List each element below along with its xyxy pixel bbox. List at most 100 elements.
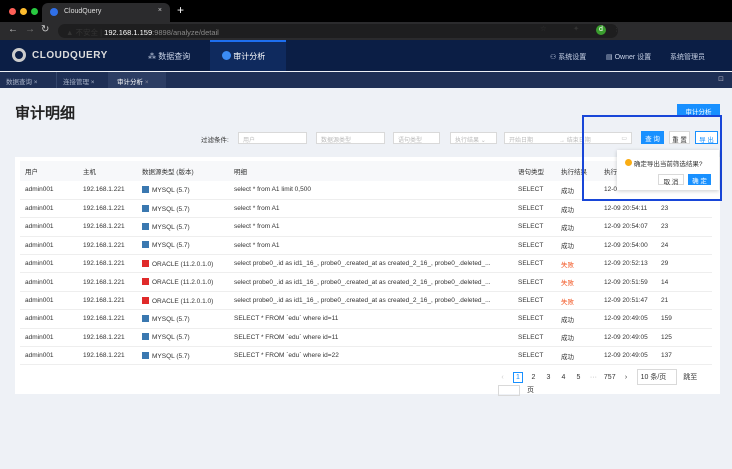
minimize-window-button[interactable] (20, 8, 27, 15)
table-cell: 192.168.1.221 (78, 272, 137, 292)
new-tab-button[interactable]: + (177, 3, 184, 17)
back-icon[interactable]: ← (8, 24, 18, 35)
page-1[interactable]: 1 (513, 372, 523, 383)
table-row[interactable]: admin001 192.168.1.221 MYSQL (5.7) select *… (20, 199, 712, 219)
label: 执行结果 (455, 138, 480, 144)
page-tab-audit[interactable]: 审计分析 × (108, 72, 166, 88)
cell-text: 23 (661, 205, 669, 213)
cell-text: 29 (661, 260, 669, 268)
cell-text: 21 (661, 297, 669, 305)
filter-label: 过滤条件: (201, 137, 229, 144)
table-row[interactable]: admin001 192.168.1.221 MYSQL (5.7) SELECT *… (20, 309, 712, 329)
table-cell: SELECT (513, 309, 556, 329)
close-tab-icon[interactable]: × (158, 7, 162, 14)
next-page-icon[interactable]: › (622, 374, 631, 381)
table-row[interactable]: admin001 192.168.1.221 MYSQL (5.7) select *… (20, 217, 712, 237)
goto-page-input[interactable] (498, 385, 520, 396)
cell-text: 12-09 20:49:05 (604, 333, 648, 341)
menu-icon[interactable]: ⋮ (613, 24, 621, 33)
table-cell: select * from A1 (229, 217, 513, 237)
page-5[interactable]: 5 (574, 374, 583, 381)
url-input[interactable]: ▲ 不安全 | 192.168.1.159:9898/analyze/detai… (58, 24, 621, 38)
table-cell: admin001 (20, 291, 78, 311)
cell-text: admin001 (25, 223, 54, 231)
cell-text: admin001 (25, 205, 54, 213)
page-2[interactable]: 2 (529, 374, 538, 381)
admin-user-menu[interactable]: 系统管理员 (670, 52, 705, 62)
table-cell: admin001 (20, 254, 78, 274)
cloudquery-favicon-icon (50, 8, 58, 16)
owner-settings-link[interactable]: ▤ Owner 设置 (606, 52, 651, 62)
column-header: 语句类型 (513, 161, 556, 181)
cell-text: 12-09 20:49:05 (604, 352, 648, 360)
system-settings-link[interactable]: ⚇ 系统设置 (550, 52, 586, 62)
fullscreen-icon[interactable]: ⊡ (718, 75, 724, 83)
statement-type-input[interactable]: 语句类型 (393, 132, 440, 144)
table-row[interactable]: admin001 192.168.1.221 MYSQL (5.7) SELECT *… (20, 328, 712, 348)
user-filter-input[interactable]: 用户 (238, 132, 307, 144)
cell-text: SELECT (518, 223, 544, 231)
table-row[interactable]: admin001 192.168.1.221 ORACLE (11.2.0.1.0)… (20, 291, 712, 311)
column-header: 数据源类型 (版本) (137, 161, 229, 181)
cell-text: 12-09 20:54:07 (604, 223, 648, 231)
cell-text: SELECT (518, 278, 544, 286)
warning-icon (625, 159, 632, 166)
cell-text: 成功 (561, 187, 574, 195)
cancel-button[interactable]: 取 消 (658, 174, 684, 186)
nav-label: 审计分析 (233, 52, 266, 61)
bookmark-star-icon[interactable]: ☆ (540, 24, 547, 33)
forward-icon[interactable]: → (25, 24, 35, 35)
cell-text: ORACLE (11.2.0.1.0) (152, 260, 214, 268)
oracle-icon (142, 278, 149, 286)
nav-data-query[interactable]: ⁂ 数据查询 (140, 40, 210, 71)
table-row[interactable]: admin001 192.168.1.221 ORACLE (11.2.0.1.0)… (20, 254, 712, 274)
page-unit-label: 页 (527, 387, 534, 395)
page-tab-strip: 数据查询 × 连接管理 × 审计分析 × ⊡ (0, 72, 732, 88)
pagination-ellipsis[interactable]: ··· (589, 374, 598, 381)
cell-text: admin001 (25, 260, 54, 268)
table-cell: 12-09 20:51:47 (599, 291, 656, 311)
table-cell: 192.168.1.221 (78, 236, 137, 256)
table-cell: ORACLE (11.2.0.1.0) (137, 254, 229, 274)
page-title: 审计明细 (15, 105, 76, 122)
url-host: 192.168.1.159 (104, 28, 153, 37)
maximize-window-button[interactable] (31, 8, 38, 15)
cell-text: admin001 (25, 333, 54, 341)
warning-icon: ▲ (66, 28, 74, 37)
reload-icon[interactable]: ↻ (41, 24, 49, 35)
cell-text: 成功 (561, 353, 574, 361)
cell-text: 125 (661, 333, 672, 341)
dbtype-filter-input[interactable]: 数据源类型 (316, 132, 385, 144)
result-select[interactable]: 执行结果 ⌄ (450, 132, 497, 144)
page-tab-data-query[interactable]: 数据查询 × (0, 72, 54, 88)
table-cell: select probe0_.id as id1_16_, probe0_.cr… (229, 291, 513, 311)
table-cell: select * from A1 (229, 199, 513, 219)
close-window-button[interactable] (9, 8, 16, 15)
page-3[interactable]: 3 (544, 374, 553, 381)
profile-avatar[interactable]: d (596, 25, 606, 35)
table-cell: 159 (656, 309, 712, 329)
cell-text: SELECT (518, 315, 544, 323)
table-cell: SELECT * FROM `edu` where id=11 (229, 328, 513, 348)
page-size-select[interactable]: 10 条/页 (636, 369, 678, 385)
cell-text: admin001 (25, 315, 54, 323)
table-row[interactable]: admin001 192.168.1.221 MYSQL (5.7) SELECT *… (20, 346, 712, 366)
extensions-icon[interactable]: ✦ (573, 24, 579, 33)
cell-text: MYSQL (5.7) (152, 186, 190, 194)
browser-tab[interactable]: CloudQuery × (42, 3, 170, 22)
page-4[interactable]: 4 (559, 374, 568, 381)
cloudquery-logo-icon (12, 48, 26, 62)
table-row[interactable]: admin001 192.168.1.221 MYSQL (5.7) select *… (20, 236, 712, 256)
confirm-button[interactable]: 确 定 (688, 174, 711, 185)
table-row[interactable]: admin001 192.168.1.221 ORACLE (11.2.0.1.0)… (20, 272, 712, 292)
prev-page-icon[interactable]: ‹ (498, 374, 507, 381)
nav-audit-analysis[interactable]: 审计分析 (210, 40, 286, 71)
page-tab-connection[interactable]: 连接管理 × (56, 72, 108, 88)
cell-text: 12-09 20:54:00 (604, 241, 648, 249)
table-cell: 12-09 20:54:07 (599, 217, 656, 237)
page-last[interactable]: 757 (604, 374, 616, 381)
table-cell: 192.168.1.221 (78, 181, 137, 200)
pie-chart-icon (222, 51, 231, 60)
table-cell: SELECT * FROM `edu` where id=22 (229, 346, 513, 366)
table-cell: MYSQL (5.7) (137, 346, 229, 366)
